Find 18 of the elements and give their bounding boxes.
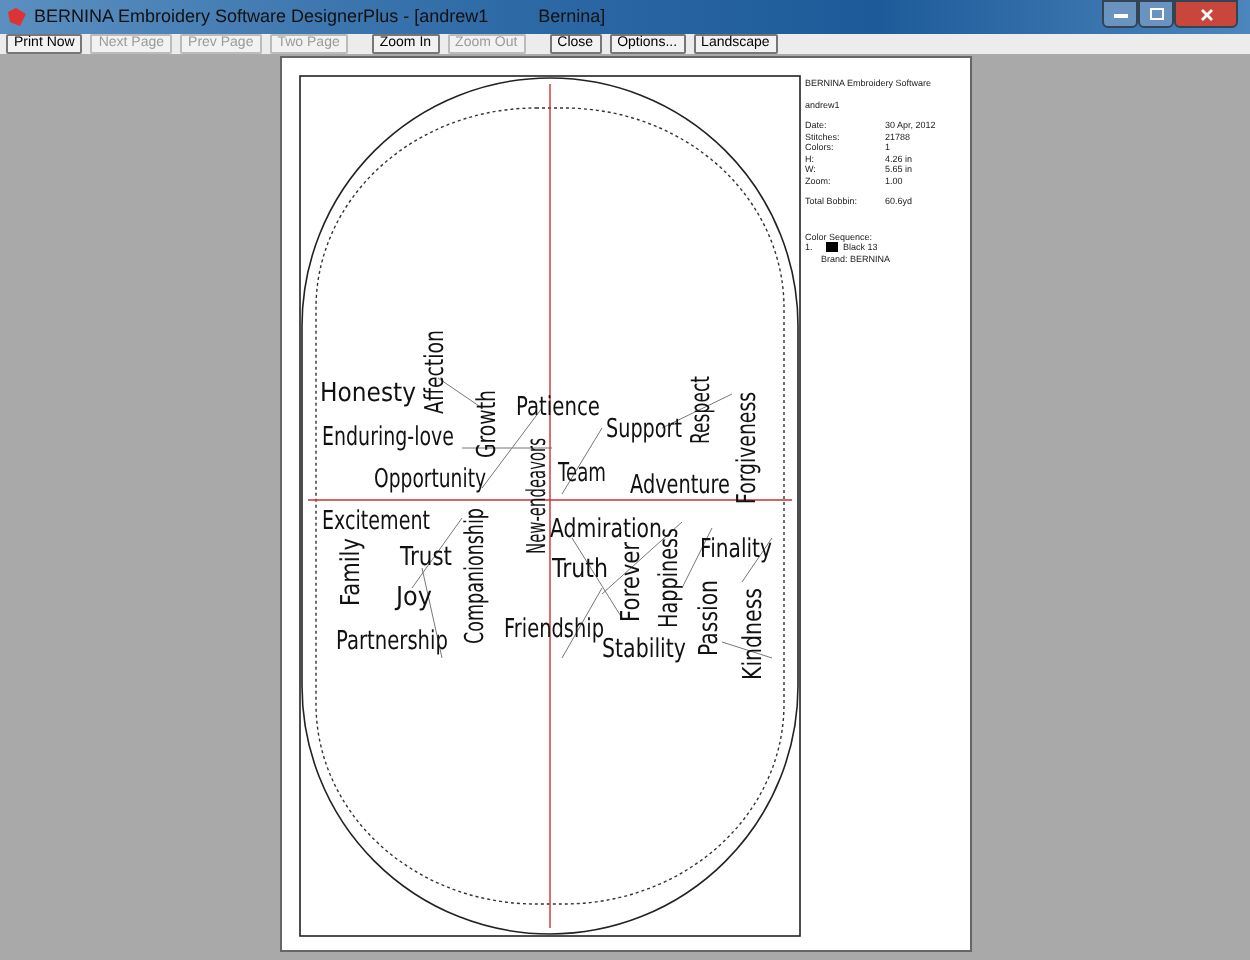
design-word: Truth (551, 555, 617, 585)
maximize-icon (1149, 8, 1163, 20)
close-button[interactable] (1174, 0, 1238, 28)
window-title: BERNINA Embroidery Software DesignerPlus - [andrew1 Bernina] (34, 3, 606, 30)
app-logo-icon (8, 8, 26, 26)
design-word: Kindness (738, 563, 768, 680)
close-icon (1199, 7, 1213, 21)
design-word: Forgiveness (732, 349, 762, 504)
minimize-icon (1113, 11, 1127, 17)
maximize-button[interactable] (1138, 0, 1174, 28)
design-word: Growth (472, 363, 502, 458)
design-word: Trust (399, 543, 462, 573)
minimize-button[interactable] (1102, 0, 1138, 28)
design-word: Respect (686, 340, 716, 444)
design-word: Affection (420, 298, 450, 414)
design-word: Opportunity (373, 465, 530, 495)
design-word: Joy (395, 583, 434, 613)
design-word: Team (557, 459, 626, 489)
